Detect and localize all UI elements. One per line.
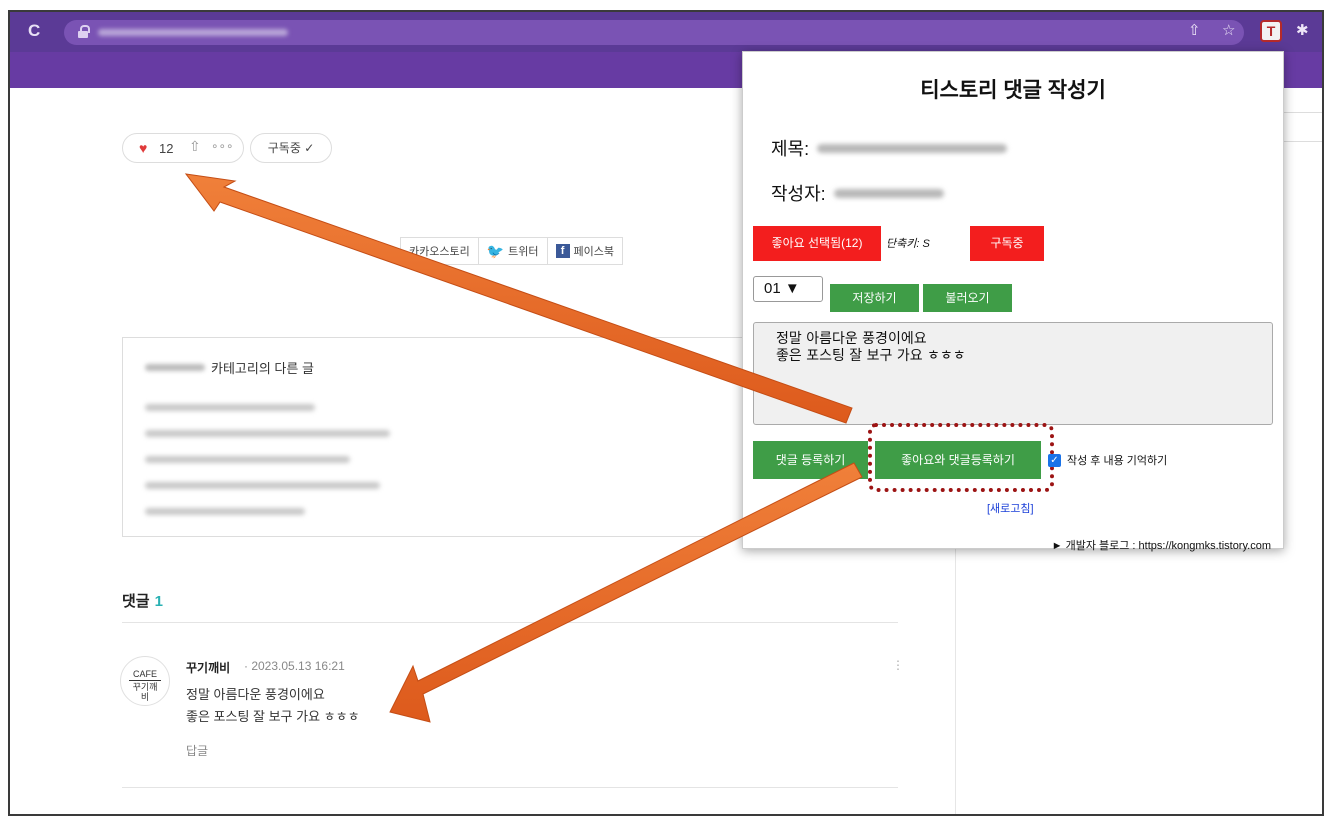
arrow-to-comment [389,462,863,723]
arrow-to-like-button [184,173,853,424]
annotation-arrows [184,173,863,723]
screenshot-frame: C ⇧ ☆ T ✱ ♥ 12 ⇧ ∘∘∘ 구독중 ✓ 카카오스토리 🐦 트위터 f… [8,10,1324,816]
